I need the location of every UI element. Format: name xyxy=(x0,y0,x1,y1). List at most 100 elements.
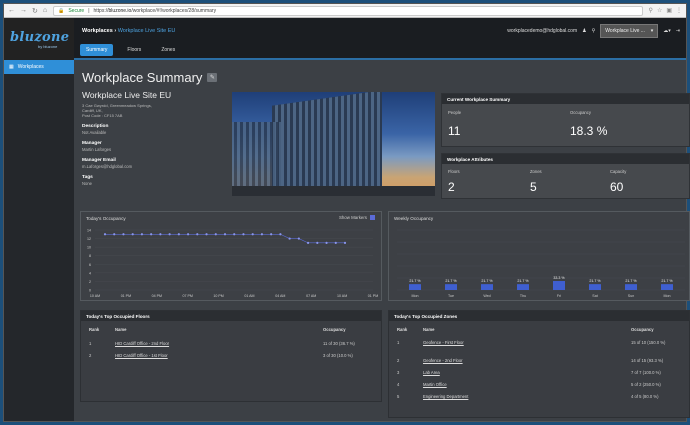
zone-link[interactable]: Geofence - First Floor xyxy=(423,340,464,345)
user-email: workplacedemo@hdglobal.com xyxy=(507,28,578,34)
occupancy-point xyxy=(122,233,125,236)
x-tick-label: 04 AM xyxy=(275,294,285,298)
tab-summary[interactable]: Summary xyxy=(80,44,114,56)
app-logo[interactable]: bluzone by bluzone xyxy=(4,18,74,60)
bar-value-label: 21.7 % xyxy=(481,279,493,283)
zoom-icon[interactable]: ⚲ xyxy=(649,7,653,14)
row-rank: 1 xyxy=(89,341,92,346)
people-label: People xyxy=(448,110,462,115)
row-occupancy: 3 of 30 (10.0 %) xyxy=(323,353,353,358)
tab-floors[interactable]: Floors xyxy=(121,44,147,56)
top-header: Workplaces › Workplace Live Site EU Summ… xyxy=(74,18,686,60)
settings-icon[interactable]: ☁▾ xyxy=(663,28,671,34)
logout-icon[interactable]: ⇥ xyxy=(676,28,680,34)
description-label: Description xyxy=(82,124,109,129)
x-tick-label: 01 AM xyxy=(244,294,254,298)
sidebar-item-workplaces[interactable]: ▦ Workplaces xyxy=(4,60,74,74)
x-tick-label: 04 PM xyxy=(152,294,162,298)
tab-zones[interactable]: Zones xyxy=(155,44,181,56)
weekly-occupancy-chart: 21.7 % Mon 21.7 % Tue 21.7 % Wed 21.7 % Thu 33.3… xyxy=(397,229,685,298)
bar-value-label: 21.7 % xyxy=(661,279,673,283)
weekly-occupancy-chart-panel: Weekly Occupancy 21.7 % Mon 21.7 % Tue 21.7 … xyxy=(388,211,690,301)
reload-icon[interactable]: ↻ xyxy=(32,7,38,15)
floor-link[interactable]: HID Cardiff Office - 2nd Floor xyxy=(115,341,169,346)
zone-link[interactable]: Geofence - 2nd Floor xyxy=(423,358,463,363)
x-tick-label: 07 AM xyxy=(306,294,316,298)
todays-occupancy-title: Today's Occupancy xyxy=(86,216,126,221)
back-icon[interactable]: ← xyxy=(8,7,15,15)
zone-link[interactable]: Martin Office xyxy=(423,382,447,387)
user-icon[interactable]: ♟ xyxy=(582,28,586,34)
attributes-panel: Workplace Attributes Floors 2 Zones 5 Ca… xyxy=(441,153,690,199)
col-occupancy: Occupancy xyxy=(323,327,346,332)
breadcrumb-current[interactable]: Workplace Live Site EU xyxy=(118,28,176,34)
x-tick-label: Thu xyxy=(520,294,526,298)
workplace-select[interactable]: Workplace Live ... ▾ xyxy=(600,24,659,38)
occupancy-point xyxy=(214,233,217,236)
capacity-value: 60 xyxy=(610,180,624,194)
menu-icon[interactable]: ⋮ xyxy=(676,7,682,14)
weekly-bar xyxy=(625,284,637,290)
checkbox-icon[interactable] xyxy=(370,215,375,220)
row-rank: 2 xyxy=(397,358,400,363)
row-occupancy: 11 of 30 (36.7 %) xyxy=(323,341,355,346)
current-summary-title: Current Workplace Summary xyxy=(442,94,689,104)
logo-sub: by bluzone xyxy=(38,43,58,49)
floors-label: Floors xyxy=(448,169,460,174)
building-photo xyxy=(232,92,435,196)
zone-link[interactable]: Engineering Department xyxy=(423,394,468,399)
x-tick-label: Wed xyxy=(483,294,490,298)
bar-value-label: 21.7 % xyxy=(517,279,529,283)
sidebar-item-label: Workplaces xyxy=(17,64,44,70)
weekly-bar xyxy=(661,284,673,290)
occupancy-point xyxy=(306,241,310,244)
occupancy-value: 18.3 % xyxy=(570,124,608,138)
occupancy-point xyxy=(279,233,282,236)
star-icon[interactable]: ☆ xyxy=(657,7,662,14)
x-tick-label: Fri xyxy=(557,294,561,298)
y-tick-label: 0 xyxy=(89,289,91,293)
address-line-3: Post Code : CF15 7AB xyxy=(82,113,123,118)
row-rank: 3 xyxy=(397,370,400,375)
show-markers-toggle[interactable]: Show Markers xyxy=(339,215,375,220)
manager-value: Martin Laforges xyxy=(82,147,112,152)
home-icon[interactable]: ⌂ xyxy=(43,7,47,15)
zones-value: 5 xyxy=(530,180,537,194)
row-rank: 4 xyxy=(397,382,400,387)
row-occupancy: 15 of 10 (150.0 %) xyxy=(631,340,666,345)
address-bar[interactable]: 🔒 Secure | https://bluzone.io/workplace/… xyxy=(53,5,643,16)
occupancy-point xyxy=(205,233,208,236)
breadcrumb-root[interactable]: Workplaces xyxy=(82,28,113,34)
extension-icon[interactable]: ▣ xyxy=(666,7,672,14)
chevron-down-icon: ▾ xyxy=(650,28,654,34)
occupancy-point xyxy=(177,233,180,236)
occupancy-point xyxy=(343,241,347,244)
bar-value-label: 21.7 % xyxy=(589,279,601,283)
weekly-bar xyxy=(517,284,529,290)
forward-icon[interactable]: → xyxy=(20,7,27,15)
zone-link[interactable]: Lab Area xyxy=(423,370,440,375)
manager-email-value: m.Laforges@hdglobal.com xyxy=(82,164,133,169)
header-right: workplacedemo@hdglobal.com ♟ ⚲ Workplace… xyxy=(507,24,680,38)
browser-chrome: ← → ↻ ⌂ 🔒 Secure | https://bluzone.io/wo… xyxy=(4,4,686,18)
todays-occupancy-chart: 0 2 4 6 8 10 12 14 10 AM 01 PM 04 PM 07 PM 10 PM 01 A… xyxy=(87,229,378,299)
row-occupancy: 5 of 2 (250.0 %) xyxy=(631,382,661,387)
row-rank: 1 xyxy=(397,340,400,345)
row-rank: 2 xyxy=(89,353,92,358)
description-value: Not Available xyxy=(82,130,107,135)
people-value: 11 xyxy=(448,124,461,138)
zones-label: Zones xyxy=(530,169,542,174)
row-occupancy: 4 of 5 (80.0 %) xyxy=(631,394,659,399)
x-tick-label: 10 PM xyxy=(213,294,223,298)
floors-table-title: Today's Top Occupied Floors xyxy=(81,311,381,321)
manager-email-label: Manager Email xyxy=(82,158,116,163)
lock-icon: 🔒 xyxy=(58,7,65,14)
occupancy-point xyxy=(223,233,227,236)
bar-value-label: 21.7 % xyxy=(409,279,421,283)
x-tick-label: Mon xyxy=(412,294,419,298)
edit-icon[interactable]: ✎ xyxy=(207,73,218,82)
show-markers-label: Show Markers xyxy=(338,215,367,220)
search-icon[interactable]: ⚲ xyxy=(592,28,596,34)
occupancy-point xyxy=(186,233,190,236)
floor-link[interactable]: HID Cardiff Office - 1st Floor xyxy=(115,353,168,358)
